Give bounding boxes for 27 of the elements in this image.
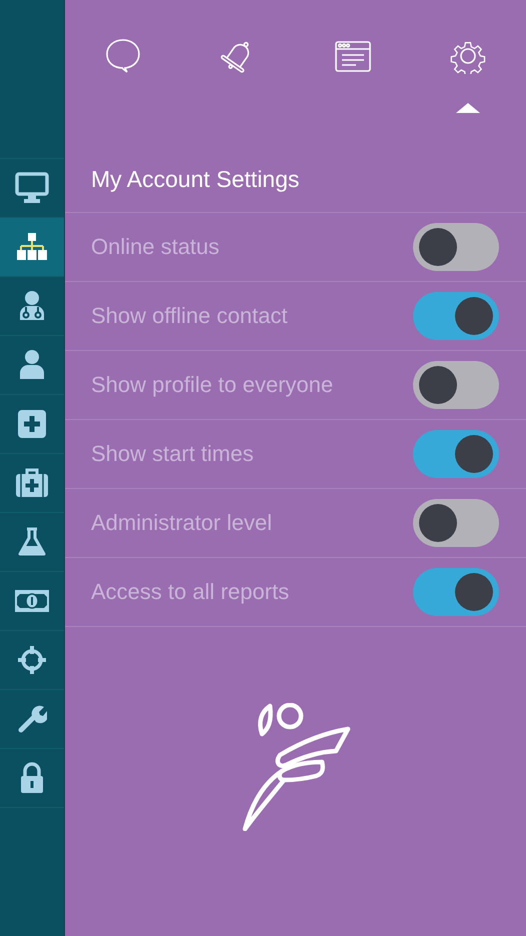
medical-kit-icon [15,468,49,498]
chat-bubble-icon[interactable] [104,38,141,74]
monitor-icon [15,172,49,204]
flask-icon [18,527,46,557]
setting-label: Administrator level [91,510,272,536]
toggle-switch[interactable] [413,499,499,547]
setting-label: Show profile to everyone [91,372,334,398]
doctor-icon [18,290,46,322]
toggle-switch[interactable] [413,430,499,478]
wrench-icon [17,704,47,734]
toggle-switch[interactable] [413,223,499,271]
sidebar-item[interactable] [0,217,64,276]
hierarchy-icon [16,232,48,262]
person-icon [18,349,46,381]
toggle-switch[interactable] [413,568,499,616]
browser-window-icon[interactable] [335,38,372,74]
banknote-icon [14,589,50,613]
crosshair-icon [17,645,47,675]
setting-label: Show start times [91,441,254,467]
settings-title: My Account Settings [91,166,300,194]
setting-label: Online status [91,234,220,260]
toggle-switch[interactable] [413,292,499,340]
setting-label: Show offline contact [91,303,288,329]
toggle-switch[interactable] [413,361,499,409]
setting-label: Access to all reports [91,579,290,605]
plus-icon [17,409,47,439]
padlock-icon [19,762,45,794]
